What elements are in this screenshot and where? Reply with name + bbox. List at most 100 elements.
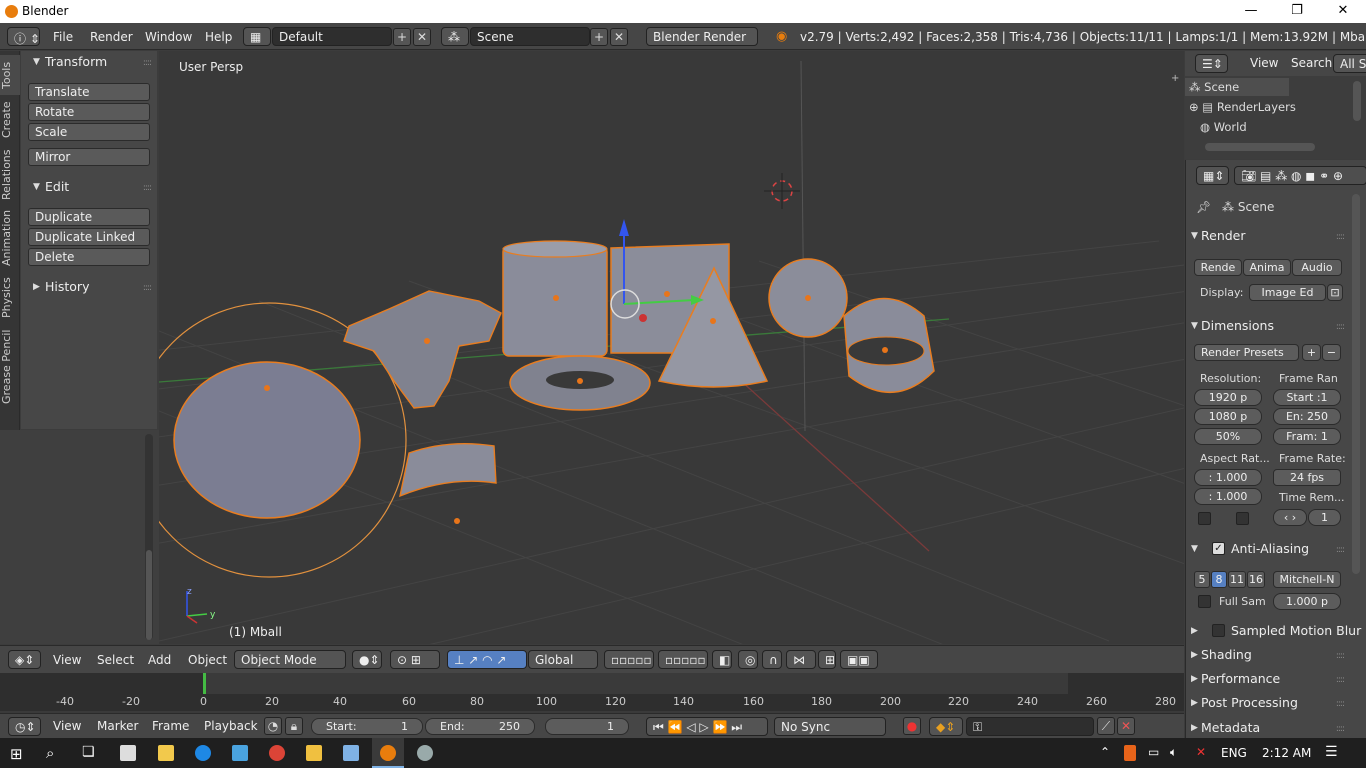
render-audio-button[interactable]: Audio xyxy=(1292,259,1342,276)
maximize-button[interactable]: ❐ xyxy=(1274,0,1320,23)
outliner-item-scene[interactable]: ⁂ Scene xyxy=(1189,80,1239,94)
menu-frame[interactable]: Frame xyxy=(152,719,189,733)
performance-panel-title[interactable]: Performance xyxy=(1201,671,1280,686)
aa-samples-16[interactable]: 16 xyxy=(1247,571,1265,588)
scene-field[interactable]: Scene xyxy=(470,27,590,46)
motion-blur-expand-icon[interactable]: ▶ xyxy=(1191,626,1198,636)
drag-grip-icon[interactable]: :::: xyxy=(1336,724,1345,734)
search-icon[interactable]: ⌕ xyxy=(46,744,54,762)
keying-set-field[interactable]: ⚿ xyxy=(966,717,1094,736)
dimensions-panel-title[interactable]: Dimensions xyxy=(1201,318,1274,333)
remove-preset-icon[interactable]: − xyxy=(1322,344,1341,361)
drag-grip-icon[interactable]: :::: xyxy=(1336,322,1345,332)
frame-start-field[interactable]: Start :1 xyxy=(1273,389,1341,406)
snap-target-icon[interactable]: ⊞ xyxy=(818,650,836,669)
outliner-menu-search[interactable]: Search xyxy=(1291,56,1332,70)
tab-create[interactable]: Create xyxy=(0,97,20,143)
history-expand-icon[interactable]: ▶ xyxy=(33,282,40,292)
render-still-button[interactable]: Rende xyxy=(1194,259,1242,276)
drag-grip-icon[interactable]: :::: xyxy=(1336,545,1345,555)
tray-chevron-icon[interactable]: ⌃ xyxy=(1100,745,1110,759)
tab-animation[interactable]: Animation xyxy=(0,207,20,269)
menu-playback[interactable]: Playback xyxy=(204,719,258,733)
editor-type-properties-icon[interactable]: ▦⇕ xyxy=(1196,166,1229,185)
aa-panel-title[interactable]: Anti-Aliasing xyxy=(1231,541,1309,556)
start-frame-field[interactable]: Start: 1 xyxy=(311,718,423,735)
snap-element-icon[interactable]: ⋈ xyxy=(786,650,816,669)
outliner-item-world[interactable]: ◍ World xyxy=(1200,120,1247,134)
lock-layers-icon[interactable]: ◧ xyxy=(712,650,732,669)
current-frame-field[interactable]: 1 xyxy=(545,718,629,735)
layers-grid-2[interactable]: ▫▫▫▫▫ xyxy=(658,650,708,669)
keying-set-icon[interactable]: ◆⇕ xyxy=(929,717,963,736)
chrome-icon[interactable] xyxy=(269,745,285,761)
transform-panel-title[interactable]: Transform xyxy=(45,54,107,69)
render-expand-icon[interactable]: ▼ xyxy=(1191,231,1198,241)
close-button[interactable]: ✕ xyxy=(1320,0,1366,23)
rotate-button[interactable]: Rotate xyxy=(28,103,150,121)
drag-grip-icon[interactable]: :::: xyxy=(1336,699,1345,709)
menu-add[interactable]: Add xyxy=(148,653,171,667)
aa-samples-11[interactable]: 11 xyxy=(1228,571,1246,588)
edge-icon[interactable] xyxy=(195,745,211,761)
preview-range-icon[interactable]: ◔ xyxy=(264,717,282,735)
volume-icon[interactable]: 🔈︎ xyxy=(1170,745,1177,760)
metadata-expand-icon[interactable]: ▶ xyxy=(1191,723,1198,733)
display-dropdown[interactable]: Image Ed xyxy=(1249,284,1326,301)
dimensions-expand-icon[interactable]: ▼ xyxy=(1191,321,1198,331)
pin-icon[interactable]: 📌︎ xyxy=(1196,200,1211,214)
store-icon[interactable] xyxy=(120,745,136,761)
time-remap-old-field[interactable]: ‹ › xyxy=(1273,509,1307,526)
post-processing-panel-title[interactable]: Post Processing xyxy=(1201,695,1298,710)
pivot-point-icon[interactable]: ⊙ ⊞ xyxy=(390,650,440,669)
notifications-icon[interactable]: ☰ xyxy=(1325,744,1338,760)
snap-toggle-icon[interactable]: ∩ xyxy=(762,650,782,669)
remove-screen-icon[interactable]: ✕ xyxy=(413,28,431,46)
playhead[interactable] xyxy=(203,673,206,694)
lock-interface-icon[interactable]: ⊡ xyxy=(1327,284,1343,301)
menu-timeline-view[interactable]: View xyxy=(53,719,81,733)
editor-type-info-icon[interactable]: ⓘ ⇕ xyxy=(7,27,40,46)
menu-object[interactable]: Object xyxy=(188,653,227,667)
screen-layout-icon[interactable]: ▦ xyxy=(243,27,271,46)
start-icon[interactable]: ⊞ xyxy=(10,745,23,763)
tab-grease-pencil[interactable]: Grease Pencil xyxy=(0,327,20,407)
border-checkbox[interactable] xyxy=(1198,512,1211,525)
properties-scrollbar[interactable] xyxy=(1352,194,1360,574)
shading-expand-icon[interactable]: ▶ xyxy=(1191,650,1198,660)
shelf-scrollbar[interactable] xyxy=(145,434,153,640)
layers-grid-1[interactable]: ▫▫▫▫▫ xyxy=(604,650,654,669)
editor-type-timeline-icon[interactable]: ◷⇕ xyxy=(8,717,41,736)
frame-ruler[interactable]: -40 -20 0 20 40 60 80 100 120 140 160 18… xyxy=(0,694,1184,711)
frame-end-field[interactable]: En: 250 xyxy=(1273,408,1341,425)
render-preview-icon[interactable]: ▣▣ xyxy=(840,650,878,669)
edit-expand-icon[interactable]: ▼ xyxy=(33,182,40,192)
mode-dropdown[interactable]: Object Mode xyxy=(234,650,346,669)
render-animation-button[interactable]: Anima xyxy=(1243,259,1291,276)
aa-checkbox[interactable]: ✓ xyxy=(1212,542,1225,555)
clock[interactable]: 2:12 AM xyxy=(1262,746,1311,760)
time-remap-new-field[interactable]: 1 xyxy=(1308,509,1341,526)
task-view-icon[interactable]: ❏ xyxy=(82,744,95,760)
scene-icon[interactable]: ⁂ xyxy=(441,27,469,46)
aa-filter-dropdown[interactable]: Mitchell-N xyxy=(1273,571,1341,588)
delete-keyframe-icon[interactable]: ✕ xyxy=(1117,717,1135,735)
menu-marker[interactable]: Marker xyxy=(97,719,138,733)
tab-relations[interactable]: Relations xyxy=(0,145,20,205)
drag-grip-icon[interactable]: :::: xyxy=(143,283,152,293)
drag-grip-icon[interactable]: :::: xyxy=(1336,232,1345,242)
mirror-button[interactable]: Mirror xyxy=(28,148,150,166)
tab-physics[interactable]: Physics xyxy=(0,273,20,323)
language-indicator[interactable]: ENG xyxy=(1221,746,1247,760)
translate-button[interactable]: Translate xyxy=(28,83,150,101)
metadata-panel-title[interactable]: Metadata xyxy=(1201,720,1260,735)
editor-type-outliner-icon[interactable]: ☰⇕ xyxy=(1195,54,1228,73)
record-icon[interactable]: ● xyxy=(903,717,921,735)
file-explorer-icon[interactable] xyxy=(158,745,174,761)
delete-button[interactable]: Delete xyxy=(28,248,150,266)
properties-toggle-icon[interactable]: + xyxy=(1171,73,1183,85)
end-frame-field[interactable]: End: 250 xyxy=(425,718,535,735)
insert-keyframe-icon[interactable]: ⟋ xyxy=(1097,717,1115,735)
battery-icon[interactable]: ▭ xyxy=(1148,745,1159,759)
network-icon[interactable]: ✕ xyxy=(1196,745,1206,759)
